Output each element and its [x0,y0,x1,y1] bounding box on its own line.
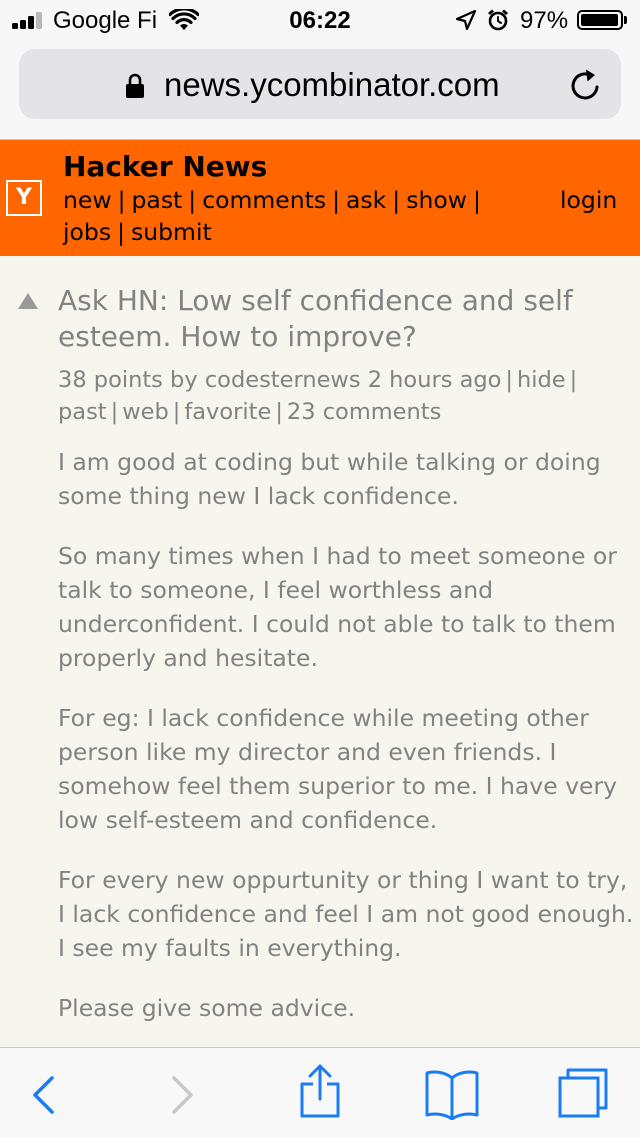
hide-link[interactable]: hide [517,367,566,393]
story-points: 38 points [58,367,163,393]
hn-nav: new | past | comments | ask | show | jobs | submit [63,184,533,248]
forward-icon[interactable] [170,1075,196,1115]
nav-new[interactable]: new [63,186,112,214]
browser-top-bar: news.ycombinator.com [0,40,640,140]
reload-icon[interactable] [569,68,603,102]
nav-separator: | [188,186,197,214]
story-paragraph: I am good at coding but while talking or… [58,448,601,510]
story-paragraph: For eg: I lack confidence while meeting … [58,704,618,834]
story-by: by [170,367,198,393]
nav-separator: | [332,186,341,214]
url-text[interactable]: news.ycombinator.com [164,67,500,103]
nav-separator: | [392,186,401,214]
address-bar[interactable]: news.ycombinator.com [19,49,621,119]
share-icon[interactable] [298,1063,342,1119]
nav-separator: | [117,218,125,246]
nav-separator: | [472,186,481,214]
alarm-icon [488,9,508,31]
nav-ask[interactable]: ask [346,186,386,214]
past-link[interactable]: past [58,399,107,425]
nav-separator: | [117,186,126,214]
comments-link[interactable]: 23 comments [287,399,441,425]
story-title: Ask HN: Low self confidence and self est… [58,284,573,353]
nav-comments[interactable]: comments [202,186,326,214]
favorite-link[interactable]: favorite [184,399,271,425]
upvote-arrow-icon[interactable] [17,292,39,310]
meta-separator: | [110,399,119,425]
story-meta: 38 points by codesternews 2 hours ago | hi… [58,364,636,428]
login-link[interactable]: login [560,184,617,216]
story-paragraph: Please give some advice. [58,994,356,1022]
lock-icon [126,73,144,98]
battery-icon [577,10,623,30]
location-icon [455,9,477,31]
story-paragraph: For every new oppurtunity or thing I wan… [58,866,634,962]
nav-past[interactable]: past [132,186,183,214]
story-author[interactable]: codesternews [205,367,361,393]
story-age[interactable]: 2 hours ago [368,367,502,393]
back-icon[interactable] [30,1075,56,1115]
story-text: I am good at coding but while talking or… [58,445,638,1051]
hn-header: Y Hacker News new | past | comments | ask | show… [0,140,640,256]
meta-separator: | [505,367,514,393]
battery-percent: 97% [520,7,569,34]
nav-jobs[interactable]: jobs [63,218,111,246]
nav-show[interactable]: show [406,186,467,214]
bookmarks-icon[interactable] [423,1068,481,1120]
meta-separator: | [569,367,578,393]
browser-toolbar [0,1047,640,1137]
status-bar: Google Fi 06:22 97% [0,0,640,40]
story-paragraph: So many times when I had to meet someone… [58,542,617,672]
battery-level-fill [581,14,618,26]
tabs-icon[interactable] [556,1066,610,1120]
meta-separator: | [275,399,283,425]
site-title[interactable]: Hacker News [63,150,267,184]
nav-submit[interactable]: submit [131,218,212,246]
meta-separator: | [172,399,181,425]
battery-nub [624,16,627,24]
web-link[interactable]: web [122,399,169,425]
hn-logo[interactable]: Y [6,180,42,216]
